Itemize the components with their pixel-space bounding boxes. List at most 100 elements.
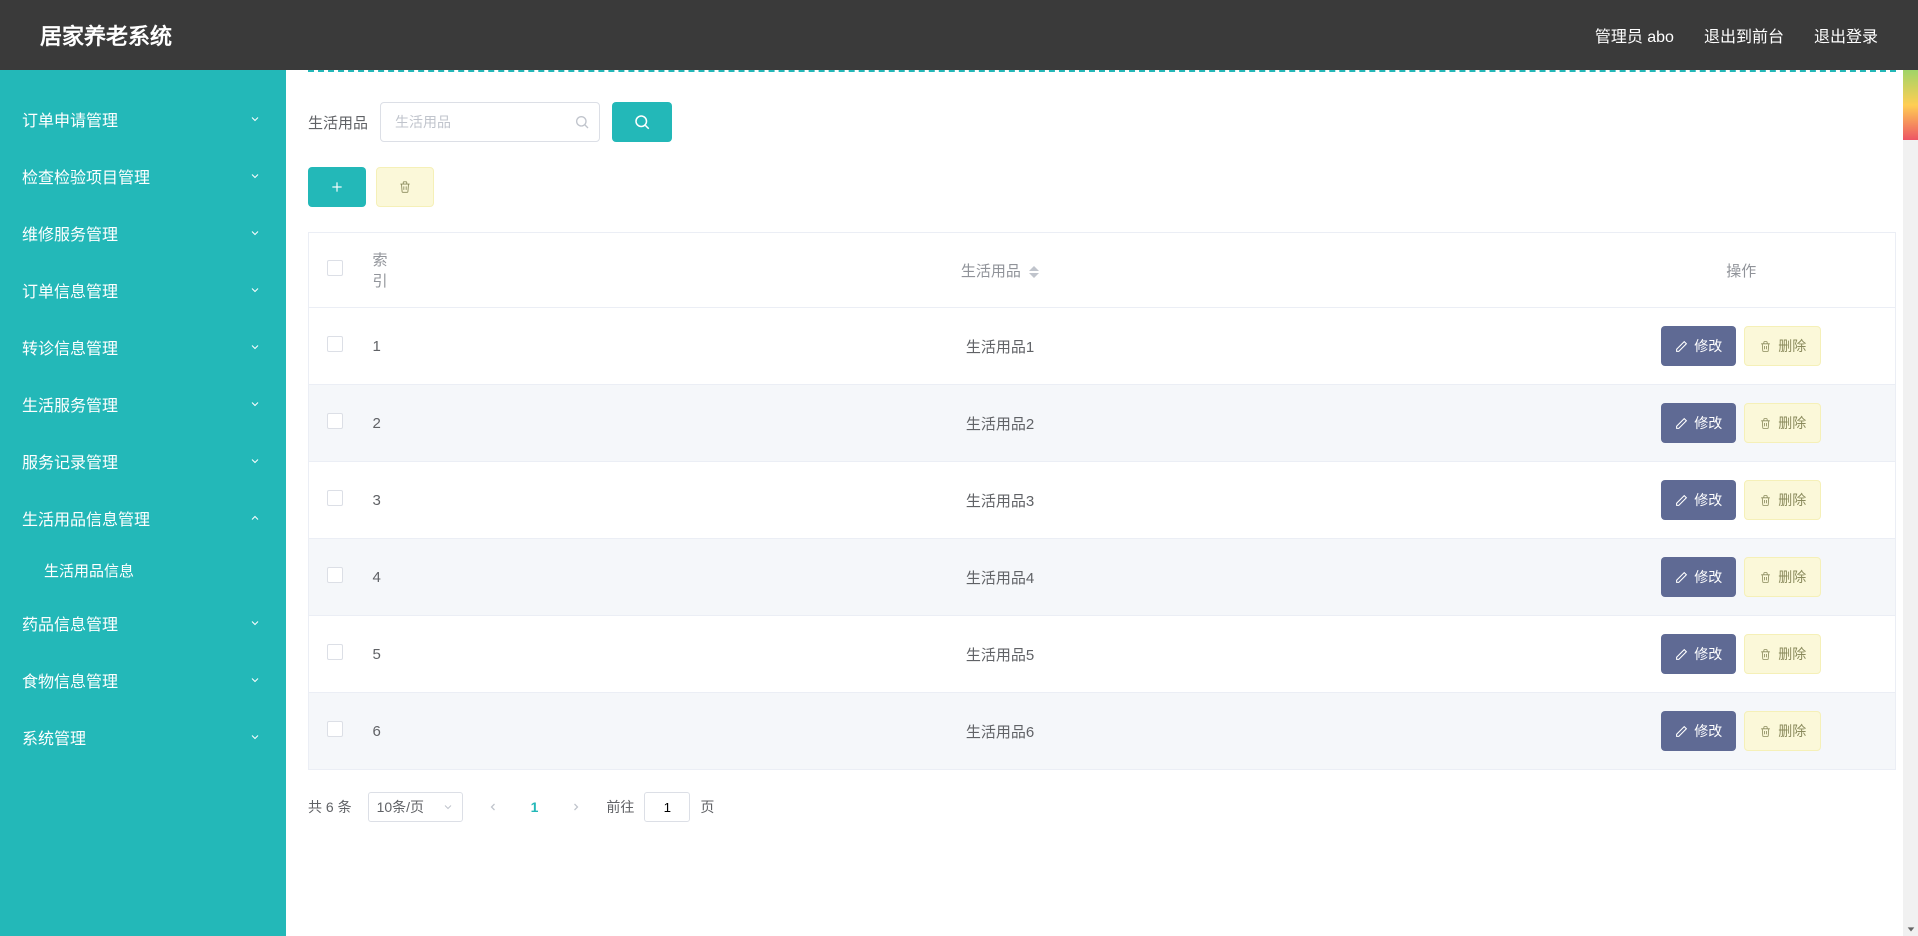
- table-row: 6生活用品6 修改 删除: [309, 693, 1896, 770]
- batch-delete-button[interactable]: [376, 167, 434, 207]
- prev-page-button[interactable]: [479, 793, 507, 821]
- sidebar-item-2[interactable]: 维修服务管理: [0, 204, 286, 261]
- sidebar-item-5[interactable]: 生活服务管理: [0, 375, 286, 432]
- page-size-value: 10条/页: [377, 797, 424, 817]
- sidebar-item-label: 生活用品信息管理: [22, 506, 150, 530]
- select-all-checkbox[interactable]: [327, 260, 343, 276]
- row-actions: 修改 删除: [1588, 539, 1896, 616]
- delete-label: 删除: [1778, 413, 1806, 433]
- page-nav: 1: [479, 793, 591, 821]
- delete-button[interactable]: 删除: [1744, 480, 1821, 520]
- row-checkbox[interactable]: [327, 644, 343, 660]
- delete-label: 删除: [1778, 567, 1806, 587]
- delete-button[interactable]: 删除: [1744, 326, 1821, 366]
- sidebar-item-label: 食物信息管理: [22, 668, 118, 692]
- row-checkbox[interactable]: [327, 490, 343, 506]
- add-button[interactable]: [308, 167, 366, 207]
- chevron-down-icon: [249, 731, 261, 743]
- scroll-down-icon[interactable]: [1903, 921, 1918, 936]
- chevron-down-icon: [249, 113, 261, 125]
- trash-icon: [1759, 648, 1772, 661]
- row-checkbox[interactable]: [327, 721, 343, 737]
- sort-up-icon[interactable]: [1029, 266, 1039, 271]
- delete-button[interactable]: 删除: [1744, 634, 1821, 674]
- delete-label: 删除: [1778, 644, 1806, 664]
- plus-icon: [330, 180, 344, 194]
- page-number-current[interactable]: 1: [531, 799, 539, 815]
- trash-icon: [1759, 725, 1772, 738]
- logout-link[interactable]: 退出登录: [1814, 23, 1878, 47]
- edit-icon: [1675, 725, 1688, 738]
- sidebar-item-0[interactable]: 订单申请管理: [0, 90, 286, 147]
- delete-label: 删除: [1778, 721, 1806, 741]
- search-icon: [633, 113, 651, 131]
- vertical-scrollbar[interactable]: [1903, 70, 1918, 936]
- row-name: 生活用品1: [413, 308, 1588, 385]
- search-input-wrap: [380, 102, 600, 142]
- sort-down-icon[interactable]: [1029, 273, 1039, 278]
- row-index: 6: [361, 693, 413, 770]
- row-actions: 修改 删除: [1588, 616, 1896, 693]
- search-input[interactable]: [380, 102, 600, 142]
- sidebar-item-7[interactable]: 生活用品信息管理: [0, 489, 286, 546]
- header-action: 操作: [1588, 233, 1896, 308]
- sidebar-item-label: 订单信息管理: [22, 278, 118, 302]
- sidebar-item-label: 订单申请管理: [22, 107, 118, 131]
- row-checkbox[interactable]: [327, 413, 343, 429]
- delete-button[interactable]: 删除: [1744, 557, 1821, 597]
- page-size-select[interactable]: 10条/页: [368, 792, 463, 822]
- row-checkbox-cell: [309, 539, 361, 616]
- chevron-down-icon: [249, 455, 261, 467]
- row-index: 3: [361, 462, 413, 539]
- sidebar-item-8[interactable]: 药品信息管理: [0, 594, 286, 651]
- sidebar-item-label: 检查检验项目管理: [22, 164, 150, 188]
- trash-icon: [1759, 340, 1772, 353]
- edit-label: 修改: [1694, 336, 1722, 356]
- search-label: 生活用品: [308, 112, 368, 133]
- row-checkbox-cell: [309, 308, 361, 385]
- chevron-down-icon: [249, 227, 261, 239]
- chevron-down-icon: [249, 674, 261, 686]
- row-name: 生活用品6: [413, 693, 1588, 770]
- jump-suffix: 页: [700, 797, 714, 817]
- row-actions: 修改 删除: [1588, 308, 1896, 385]
- search-button[interactable]: [612, 102, 672, 142]
- chevron-down-icon: [249, 398, 261, 410]
- edit-button[interactable]: 修改: [1661, 480, 1736, 520]
- row-actions: 修改 删除: [1588, 693, 1896, 770]
- edit-label: 修改: [1694, 644, 1722, 664]
- header-name[interactable]: 生活用品: [413, 233, 1588, 308]
- sidebar-item-4[interactable]: 转诊信息管理: [0, 318, 286, 375]
- next-page-button[interactable]: [562, 793, 590, 821]
- sidebar-item-6[interactable]: 服务记录管理: [0, 432, 286, 489]
- edit-button[interactable]: 修改: [1661, 326, 1736, 366]
- sidebar-item-1[interactable]: 检查检验项目管理: [0, 147, 286, 204]
- sidebar-item-10[interactable]: 系统管理: [0, 708, 286, 765]
- row-checkbox[interactable]: [327, 336, 343, 352]
- edit-icon: [1675, 417, 1688, 430]
- sort-arrows[interactable]: [1029, 266, 1039, 278]
- table-row: 5生活用品5修改删除: [309, 616, 1896, 693]
- row-name: 生活用品3: [413, 462, 1588, 539]
- edit-button[interactable]: 修改: [1661, 634, 1736, 674]
- sidebar-subitem-7-0[interactable]: 生活用品信息: [0, 546, 286, 594]
- edit-button[interactable]: 修改: [1661, 711, 1736, 751]
- sidebar-item-9[interactable]: 食物信息管理: [0, 651, 286, 708]
- row-name: 生活用品4: [413, 539, 1588, 616]
- delete-label: 删除: [1778, 336, 1806, 356]
- scrollbar-thumb[interactable]: [1903, 70, 1918, 140]
- admin-label[interactable]: 管理员 abo: [1595, 23, 1674, 47]
- edit-button[interactable]: 修改: [1661, 403, 1736, 443]
- delete-button[interactable]: 删除: [1744, 711, 1821, 751]
- edit-button[interactable]: 修改: [1661, 557, 1736, 597]
- page-jump-input[interactable]: [644, 792, 690, 822]
- table-header-row: 索引 生活用品 操作: [309, 233, 1896, 308]
- delete-button[interactable]: 删除: [1744, 403, 1821, 443]
- sidebar-item-3[interactable]: 订单信息管理: [0, 261, 286, 318]
- row-actions: 修改 删除: [1588, 385, 1896, 462]
- row-checkbox[interactable]: [327, 567, 343, 583]
- edit-icon: [1675, 340, 1688, 353]
- row-checkbox-cell: [309, 616, 361, 693]
- exit-front-link[interactable]: 退出到前台: [1704, 23, 1784, 47]
- chevron-down-icon: [249, 170, 261, 182]
